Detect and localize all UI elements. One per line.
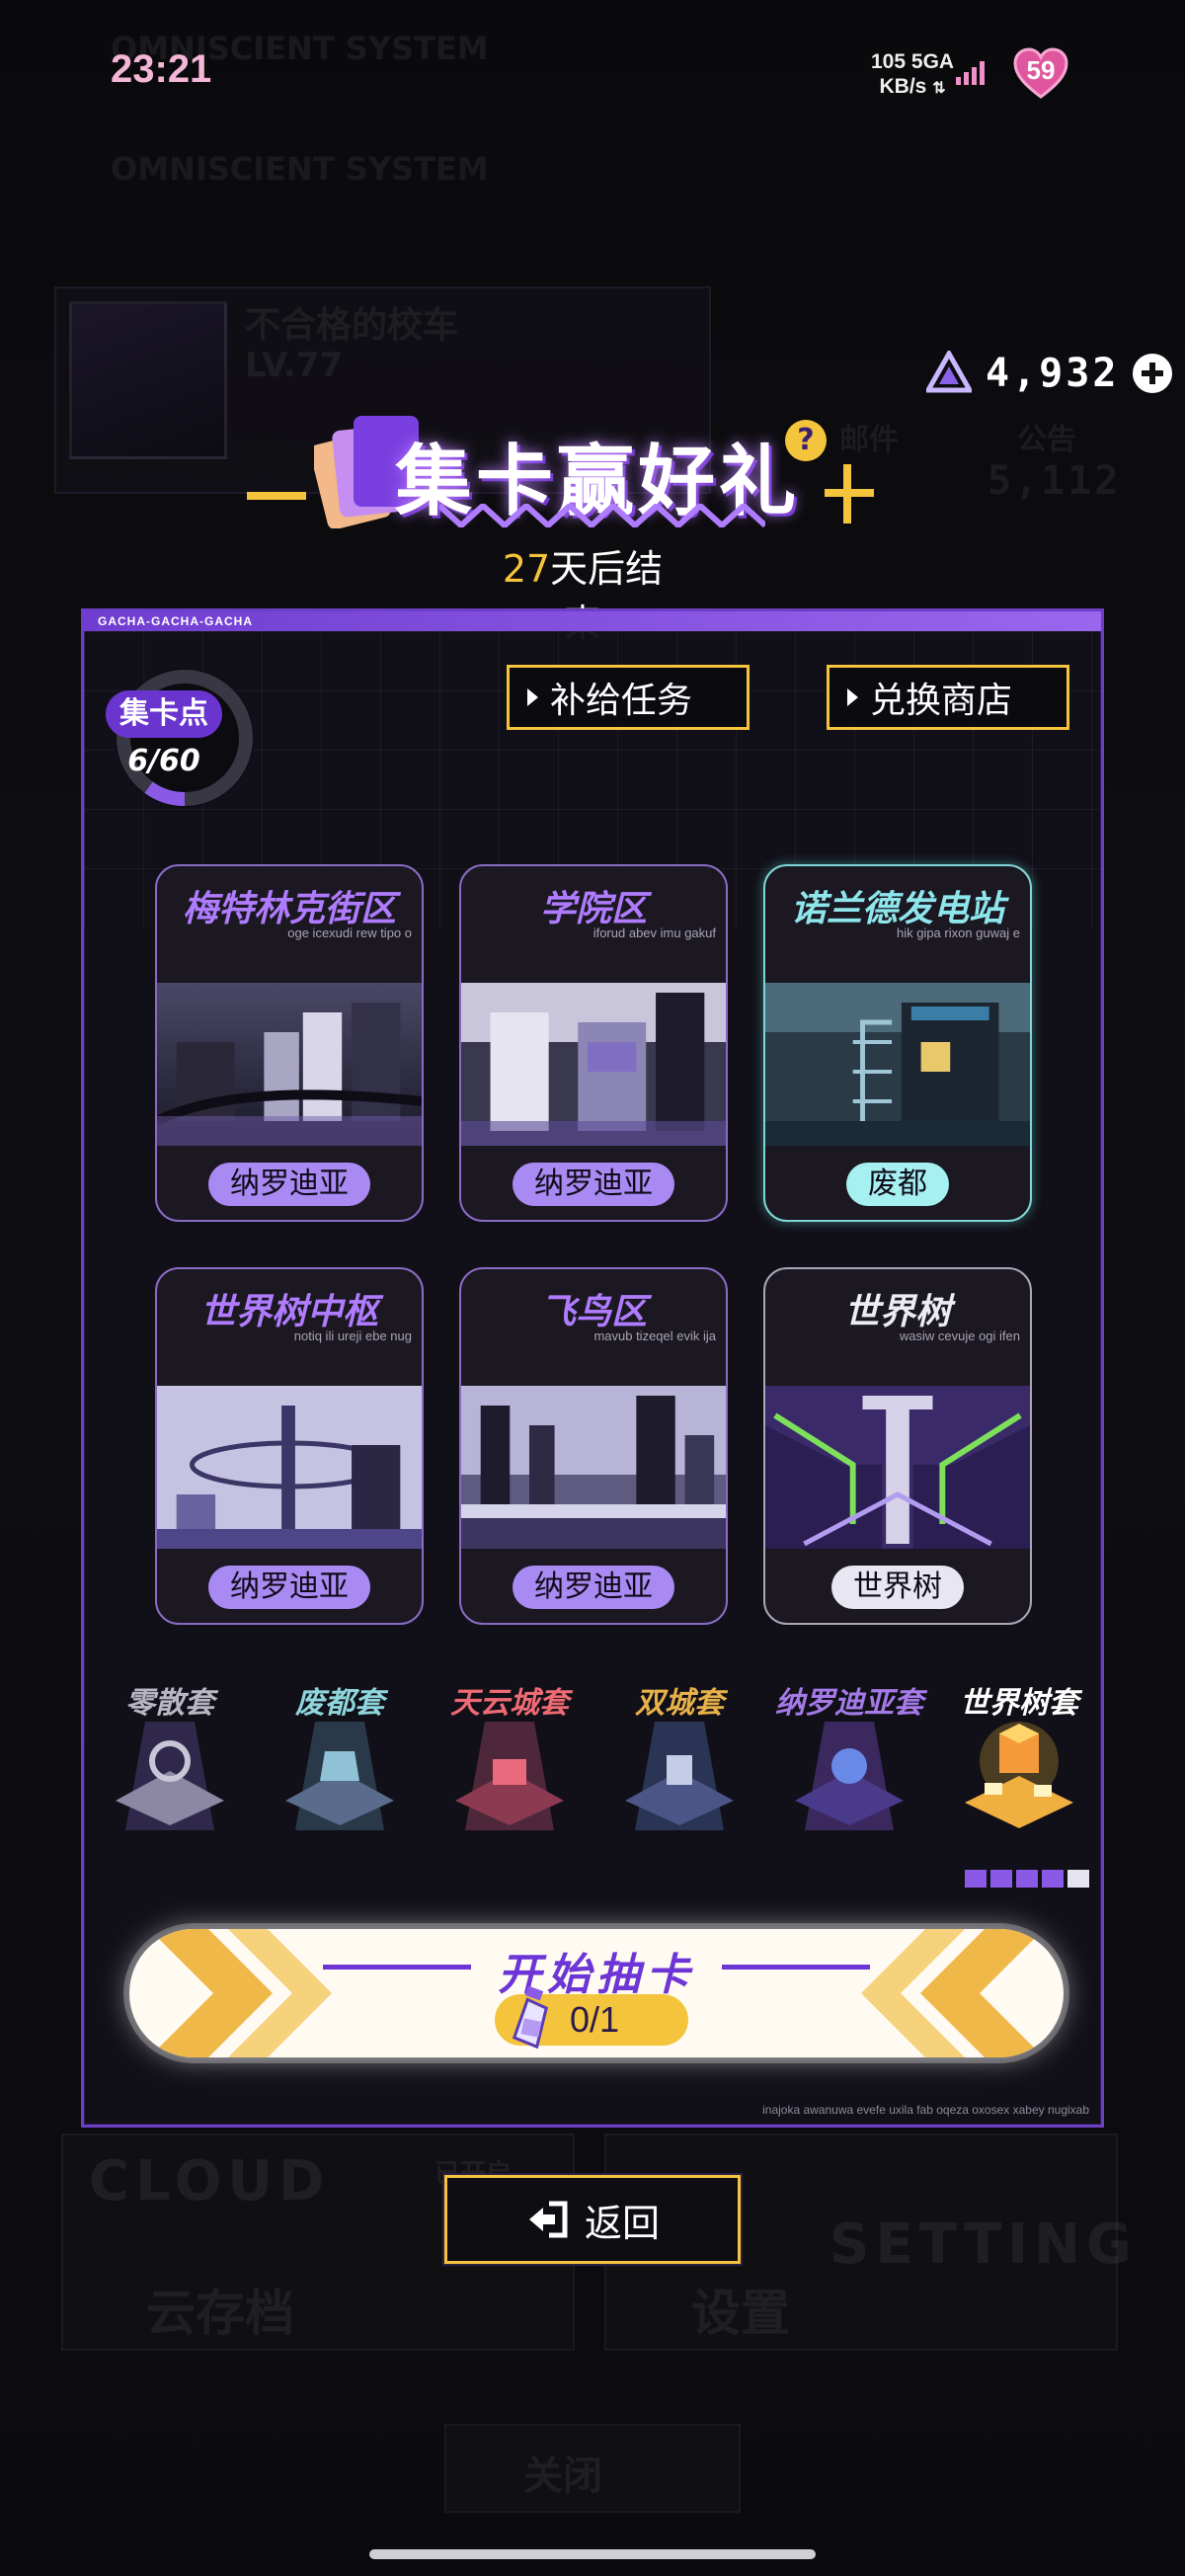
district-card-noland-powerstation[interactable]: 诺兰德发电站 hik gipa rixon guwaj e 废都	[763, 864, 1032, 1222]
district-title: 飞鸟区	[539, 1292, 647, 1332]
set-name: 零散套	[125, 1686, 214, 1721]
district-card-worldtree-hub[interactable]: 世界树中枢 notiq ili ureji ebe nug 纳罗迪亚	[155, 1267, 424, 1625]
district-tag: 废都	[846, 1163, 949, 1206]
ticket-bottle-icon	[512, 1986, 548, 2050]
set-name: 纳罗迪亚套	[775, 1686, 923, 1721]
progress-segment	[965, 1870, 987, 1888]
set-illustration	[795, 1722, 904, 1830]
back-label: 返回	[584, 2201, 660, 2245]
set-scattered[interactable]: 零散套	[86, 1678, 254, 1836]
district-title: 梅特林克街区	[182, 889, 396, 929]
home-indicator[interactable]	[369, 2549, 816, 2559]
points-value: 6/60	[127, 744, 200, 778]
event-title-banner: 集卡赢好礼 ? 27天后结束	[247, 390, 899, 645]
network-speed: 105	[871, 50, 907, 73]
set-illustration	[625, 1722, 734, 1830]
district-subtitle: mavub tizeqel evik ija	[593, 1328, 716, 1343]
district-illustration	[157, 1386, 422, 1549]
panel-header-bar: GACHA-GACHA-GACHA	[84, 611, 1101, 631]
set-illustration	[116, 1722, 224, 1830]
points-label: 集卡点	[106, 690, 222, 738]
network-unit: KB/s	[879, 75, 927, 98]
network-type: 5GA	[910, 50, 955, 73]
district-subtitle: wasiw cevuje ogi ifen	[899, 1328, 1020, 1343]
exchange-shop-label: 兑换商店	[870, 681, 1013, 721]
set-twin-city[interactable]: 双城套	[595, 1678, 763, 1836]
currency-display: 4,932	[926, 346, 1173, 401]
status-bar: 23:21 105 5GA KB/s ⇅ 59	[0, 0, 1185, 109]
district-subtitle: notiq ili ureji ebe nug	[293, 1328, 412, 1343]
set-name: 废都套	[295, 1686, 384, 1721]
progress-segment	[1067, 1870, 1089, 1888]
district-illustration	[461, 1386, 726, 1549]
play-triangle-icon	[847, 688, 858, 706]
panel-header: GACHA-GACHA-GACHA	[98, 614, 253, 628]
set-sky-city[interactable]: 天云城套	[426, 1678, 593, 1836]
signal-icon	[956, 61, 985, 85]
back-button[interactable]: 返回	[444, 2175, 741, 2264]
help-icon[interactable]: ?	[785, 420, 827, 461]
panel-footer-text: inajoka awanuwa evefe uxila fab oqeza ox…	[762, 2103, 1089, 2117]
set-name: 天云城套	[450, 1686, 569, 1721]
gacha-panel: GACHA-GACHA-GACHA 集卡点 6/60 补给任务 兑换商店 梅特林…	[81, 608, 1104, 2128]
exchange-shop-button[interactable]: 兑换商店	[827, 665, 1069, 730]
district-tag: 纳罗迪亚	[513, 1163, 674, 1206]
points-gauge	[116, 669, 254, 807]
district-card-worldtree[interactable]: 世界树 wasiw cevuje ogi ifen 世界树	[763, 1267, 1032, 1625]
progress-segment	[990, 1870, 1012, 1888]
district-subtitle: hik gipa rixon guwaj e	[896, 926, 1020, 940]
battery-level: 59	[1026, 55, 1056, 85]
district-card-maeterlinck[interactable]: 梅特林克街区 oge icexudi rew tipo o 纳罗迪亚	[155, 864, 424, 1222]
title-deco-cross	[843, 464, 851, 523]
district-illustration	[765, 1386, 1030, 1549]
district-tag: 纳罗迪亚	[513, 1566, 674, 1609]
gacha-label: 开始抽卡	[498, 1950, 695, 2000]
crystal-icon	[926, 351, 972, 393]
district-card-bird-district[interactable]: 飞鸟区 mavub tizeqel evik ija 纳罗迪亚	[459, 1267, 728, 1625]
district-subtitle: oge icexudi rew tipo o	[287, 926, 412, 940]
district-illustration	[461, 983, 726, 1146]
district-title: 学院区	[539, 889, 647, 929]
start-gacha-button[interactable]: 开始抽卡 0/1	[129, 1929, 1064, 2057]
district-card-academy[interactable]: 学院区 iforud abev imu gakuf 纳罗迪亚	[459, 864, 728, 1222]
progress-segment	[1016, 1870, 1038, 1888]
set-illustration	[285, 1722, 394, 1830]
currency-value: 4,932	[986, 351, 1120, 396]
supplement-task-label: 补给任务	[550, 681, 693, 721]
gacha-ticket-count: 0/1	[570, 1999, 620, 2040]
days-left: 27	[502, 547, 551, 591]
district-tag: 纳罗迪亚	[208, 1163, 370, 1206]
progress-segment	[1042, 1870, 1064, 1888]
network-info: 105 5GA KB/s ⇅	[871, 50, 955, 98]
district-title: 世界树中枢	[199, 1292, 378, 1332]
clock: 23:21	[111, 47, 212, 91]
add-currency-button[interactable]	[1133, 354, 1173, 393]
set-worldtree[interactable]: 世界树套	[935, 1678, 1103, 1836]
set-name: 双城套	[635, 1686, 724, 1721]
set-illustration	[455, 1722, 564, 1830]
district-illustration	[157, 983, 422, 1146]
title-zigzag-deco	[439, 504, 765, 527]
district-tag: 世界树	[831, 1566, 964, 1609]
play-triangle-icon	[527, 688, 538, 706]
set-name: 世界树套	[960, 1686, 1078, 1721]
district-illustration	[765, 983, 1030, 1146]
district-title: 世界树	[843, 1292, 951, 1332]
supplement-task-button[interactable]: 补给任务	[507, 665, 750, 730]
set-progress	[965, 1870, 1089, 1888]
district-tag: 纳罗迪亚	[208, 1566, 370, 1609]
district-subtitle: iforud abev imu gakuf	[592, 926, 716, 940]
district-title: 诺兰德发电站	[790, 889, 1004, 929]
exit-icon	[528, 2201, 568, 2238]
set-illustration	[965, 1722, 1073, 1828]
title-deco-left	[247, 492, 306, 500]
set-narodia[interactable]: 纳罗迪亚套	[765, 1678, 933, 1836]
set-ruined-city[interactable]: 废都套	[256, 1678, 424, 1836]
